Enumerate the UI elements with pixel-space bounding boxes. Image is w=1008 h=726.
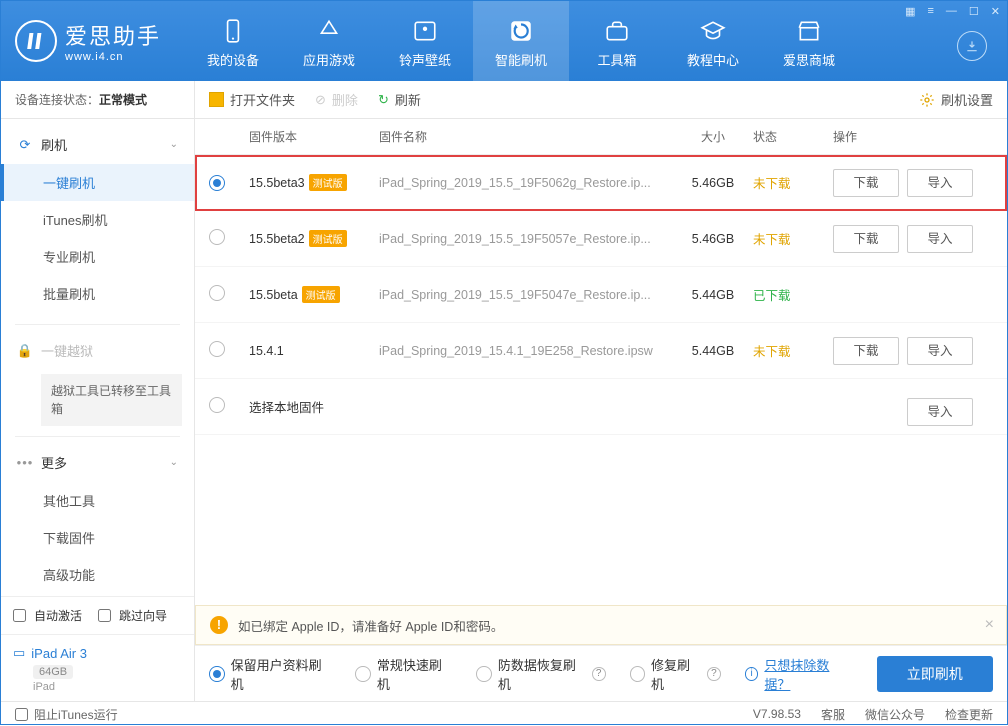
refresh-button[interactable]: ↻ 刷新	[378, 90, 421, 109]
gear-icon	[919, 92, 935, 108]
footer-service[interactable]: 客服	[821, 706, 845, 723]
table-row[interactable]: 15.5beta3测试版 iPad_Spring_2019_15.5_19F50…	[195, 155, 1007, 211]
download-button[interactable]: 下载	[833, 169, 899, 197]
folder-icon	[209, 92, 224, 107]
titlebar-close-icon[interactable]: ✕	[988, 3, 1003, 20]
appstore-icon	[316, 14, 342, 48]
download-manager-icon[interactable]	[957, 31, 987, 61]
radio-icon[interactable]	[209, 285, 225, 301]
connection-status: 设备连接状态：正常模式	[1, 81, 194, 119]
more-icon: •••	[17, 455, 33, 471]
sidebar-item-pro-flash[interactable]: 专业刷机	[1, 238, 194, 275]
radio-icon[interactable]	[209, 341, 225, 357]
sidebar-head-jailbreak: 🔒 一键越狱	[1, 331, 194, 370]
tablet-icon: ▭	[13, 645, 25, 661]
toolbox-icon	[604, 14, 630, 48]
refresh-icon	[508, 14, 534, 48]
opt-keep-data[interactable]: 保留用户资料刷机	[209, 655, 331, 693]
image-icon	[412, 14, 438, 48]
titlebar-menu-icon[interactable]: ≡	[924, 3, 936, 20]
flash-now-button[interactable]: 立即刷机	[877, 656, 993, 692]
firmware-table: 固件版本 固件名称 大小 状态 操作 15.5beta3测试版 iPad_Spr…	[195, 119, 1007, 605]
main-content: 打开文件夹 ⊘ 删除 ↻ 刷新 刷机设置 固件版本 固件名称 大小 状态	[195, 81, 1007, 701]
download-button[interactable]: 下载	[833, 225, 899, 253]
table-row[interactable]: 15.4.1 iPad_Spring_2019_15.4.1_19E258_Re…	[195, 323, 1007, 379]
nav-tutorial[interactable]: 教程中心	[665, 1, 761, 81]
footer-wechat[interactable]: 微信公众号	[865, 706, 925, 723]
delete-icon: ⊘	[315, 92, 326, 108]
delete-button[interactable]: ⊘ 删除	[315, 90, 358, 109]
sidebar-item-other-tools[interactable]: 其他工具	[1, 482, 194, 519]
nav-flash[interactable]: 智能刷机	[473, 1, 569, 81]
nav-toolbox[interactable]: 工具箱	[569, 1, 665, 81]
help-icon[interactable]: ?	[592, 667, 606, 681]
sidebar-item-itunes-flash[interactable]: iTunes刷机	[1, 201, 194, 238]
sidebar-head-more[interactable]: ••• 更多 ⌄	[1, 443, 194, 482]
chevron-down-icon: ⌄	[170, 457, 178, 468]
chevron-down-icon: ⌄	[170, 139, 178, 150]
sidebar-item-advanced[interactable]: 高级功能	[1, 556, 194, 593]
table-header: 固件版本 固件名称 大小 状态 操作	[195, 119, 1007, 155]
flash-options: 保留用户资料刷机 常规快速刷机 防数据恢复刷机? 修复刷机? i只想抹除数据？ …	[195, 645, 1007, 701]
download-button[interactable]: 下载	[833, 337, 899, 365]
phone-icon	[220, 14, 246, 48]
import-button[interactable]: 导入	[907, 398, 973, 426]
local-firmware-row[interactable]: 选择本地固件 导入	[195, 379, 1007, 435]
lock-icon: 🔒	[17, 343, 33, 359]
auto-activate-checkbox[interactable]	[13, 609, 26, 622]
import-button[interactable]: 导入	[907, 337, 973, 365]
sidebar-item-oneclick-flash[interactable]: 一键刷机	[1, 164, 194, 201]
import-button[interactable]: 导入	[907, 225, 973, 253]
import-button[interactable]: 导入	[907, 169, 973, 197]
opt-antiloss[interactable]: 防数据恢复刷机?	[476, 655, 605, 693]
auto-options-row: 自动激活 跳过向导	[1, 596, 194, 634]
titlebar-maximize-icon[interactable]: ☐	[966, 3, 982, 20]
opt-repair[interactable]: 修复刷机?	[630, 655, 721, 693]
main-nav: 我的设备 应用游戏 铃声壁纸 智能刷机 工具箱 教程中心 爱思商城	[185, 1, 857, 81]
footer-update[interactable]: 检查更新	[945, 706, 993, 723]
footer: 阻止iTunes运行 V7.98.53 客服 微信公众号 检查更新	[1, 701, 1007, 726]
help-icon[interactable]: ?	[707, 667, 721, 681]
table-row[interactable]: 15.5beta测试版 iPad_Spring_2019_15.5_19F504…	[195, 267, 1007, 323]
titlebar-grid-icon[interactable]: ▦	[902, 3, 918, 20]
radio-icon[interactable]	[209, 175, 225, 191]
apple-id-banner: ! 如已绑定 Apple ID，请准备好 Apple ID和密码。 ×	[195, 605, 1007, 645]
storage-badge: 64GB	[33, 665, 73, 679]
jailbreak-note: 越狱工具已转移至工具箱	[41, 374, 182, 426]
radio-icon[interactable]	[209, 229, 225, 245]
phone-refresh-icon: ⟳	[17, 137, 33, 153]
nav-ringtone[interactable]: 铃声壁纸	[377, 1, 473, 81]
warning-icon: !	[210, 616, 228, 634]
nav-my-device[interactable]: 我的设备	[185, 1, 281, 81]
flash-settings-button[interactable]: 刷机设置	[919, 90, 993, 109]
sidebar: 设备连接状态：正常模式 ⟳ 刷机 ⌄ 一键刷机 iTunes刷机 专业刷机 批量…	[1, 81, 195, 701]
graduation-icon	[700, 14, 726, 48]
sidebar-head-flash[interactable]: ⟳ 刷机 ⌄	[1, 125, 194, 164]
open-folder-button[interactable]: 打开文件夹	[209, 90, 295, 109]
erase-data-link[interactable]: 只想抹除数据？	[764, 655, 852, 693]
titlebar-controls: ▦ ≡ — ☐ ✕	[902, 3, 1003, 20]
opt-normal[interactable]: 常规快速刷机	[355, 655, 452, 693]
brand-name: 爱思助手	[65, 19, 161, 51]
toolbar: 打开文件夹 ⊘ 删除 ↻ 刷新 刷机设置	[195, 81, 1007, 119]
store-icon	[796, 14, 822, 48]
sidebar-item-batch-flash[interactable]: 批量刷机	[1, 275, 194, 312]
info-icon[interactable]: i	[745, 667, 759, 681]
nav-store[interactable]: 爱思商城	[761, 1, 857, 81]
logo-icon	[15, 20, 57, 62]
block-itunes-checkbox[interactable]	[15, 708, 28, 721]
brand-url: www.i4.cn	[65, 51, 161, 63]
header: ▦ ≡ — ☐ ✕ 爱思助手 www.i4.cn 我的设备 应用游戏 铃声壁纸 …	[1, 1, 1007, 81]
radio-icon[interactable]	[209, 397, 225, 413]
refresh-icon: ↻	[378, 92, 389, 108]
sidebar-item-download-firmware[interactable]: 下载固件	[1, 519, 194, 556]
nav-apps[interactable]: 应用游戏	[281, 1, 377, 81]
device-info[interactable]: ▭ iPad Air 3 64GB iPad	[1, 634, 194, 701]
close-icon[interactable]: ×	[985, 616, 994, 634]
titlebar-minimize-icon[interactable]: —	[943, 3, 960, 20]
version-label: V7.98.53	[753, 707, 801, 721]
table-row[interactable]: 15.5beta2测试版 iPad_Spring_2019_15.5_19F50…	[195, 211, 1007, 267]
logo-area: 爱思助手 www.i4.cn	[15, 19, 185, 63]
skip-guide-checkbox[interactable]	[98, 609, 111, 622]
